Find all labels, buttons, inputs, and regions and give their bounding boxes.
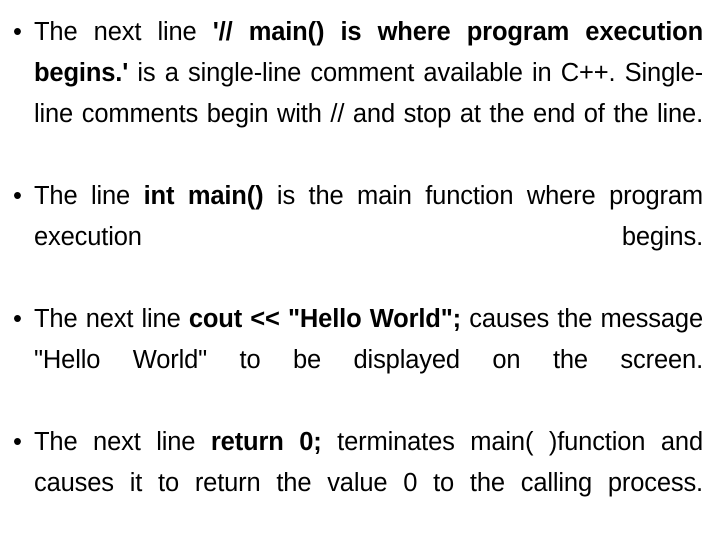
list-item: • The next line cout << "Hello World"; ca…: [4, 299, 703, 422]
body-text: The next line: [34, 18, 213, 46]
list-item: • The line int main() is the main functio…: [4, 176, 703, 299]
list-item-text: The next line return 0; terminates main(…: [34, 422, 703, 545]
code-emphasis: return 0;: [210, 428, 322, 456]
bullet-point-icon: •: [13, 428, 22, 456]
body-text: The next line: [34, 305, 189, 333]
code-emphasis: cout << "Hello World";: [188, 305, 462, 333]
body-text: is a single-line comment available in C+…: [34, 59, 703, 128]
list-item-text: The next line cout << "Hello World"; cau…: [34, 299, 703, 422]
body-text: The line: [34, 182, 144, 210]
bullet-point-icon: •: [13, 305, 22, 333]
bullet-point-icon: •: [13, 182, 22, 210]
list-item: • The next line '// main() is where progr…: [4, 12, 703, 176]
list-item-text: The next line '// main() is where progra…: [34, 12, 703, 176]
slide-body: • The next line '// main() is where progr…: [0, 0, 720, 540]
code-emphasis: int main(): [143, 182, 264, 210]
bullet-point-icon: •: [13, 18, 22, 46]
body-text: The next line: [34, 428, 211, 456]
list-item-text: The line int main() is the main function…: [34, 176, 703, 299]
list-item: • The next line return 0; terminates main…: [4, 422, 703, 545]
bullet-list: • The next line '// main() is where progr…: [4, 12, 703, 545]
